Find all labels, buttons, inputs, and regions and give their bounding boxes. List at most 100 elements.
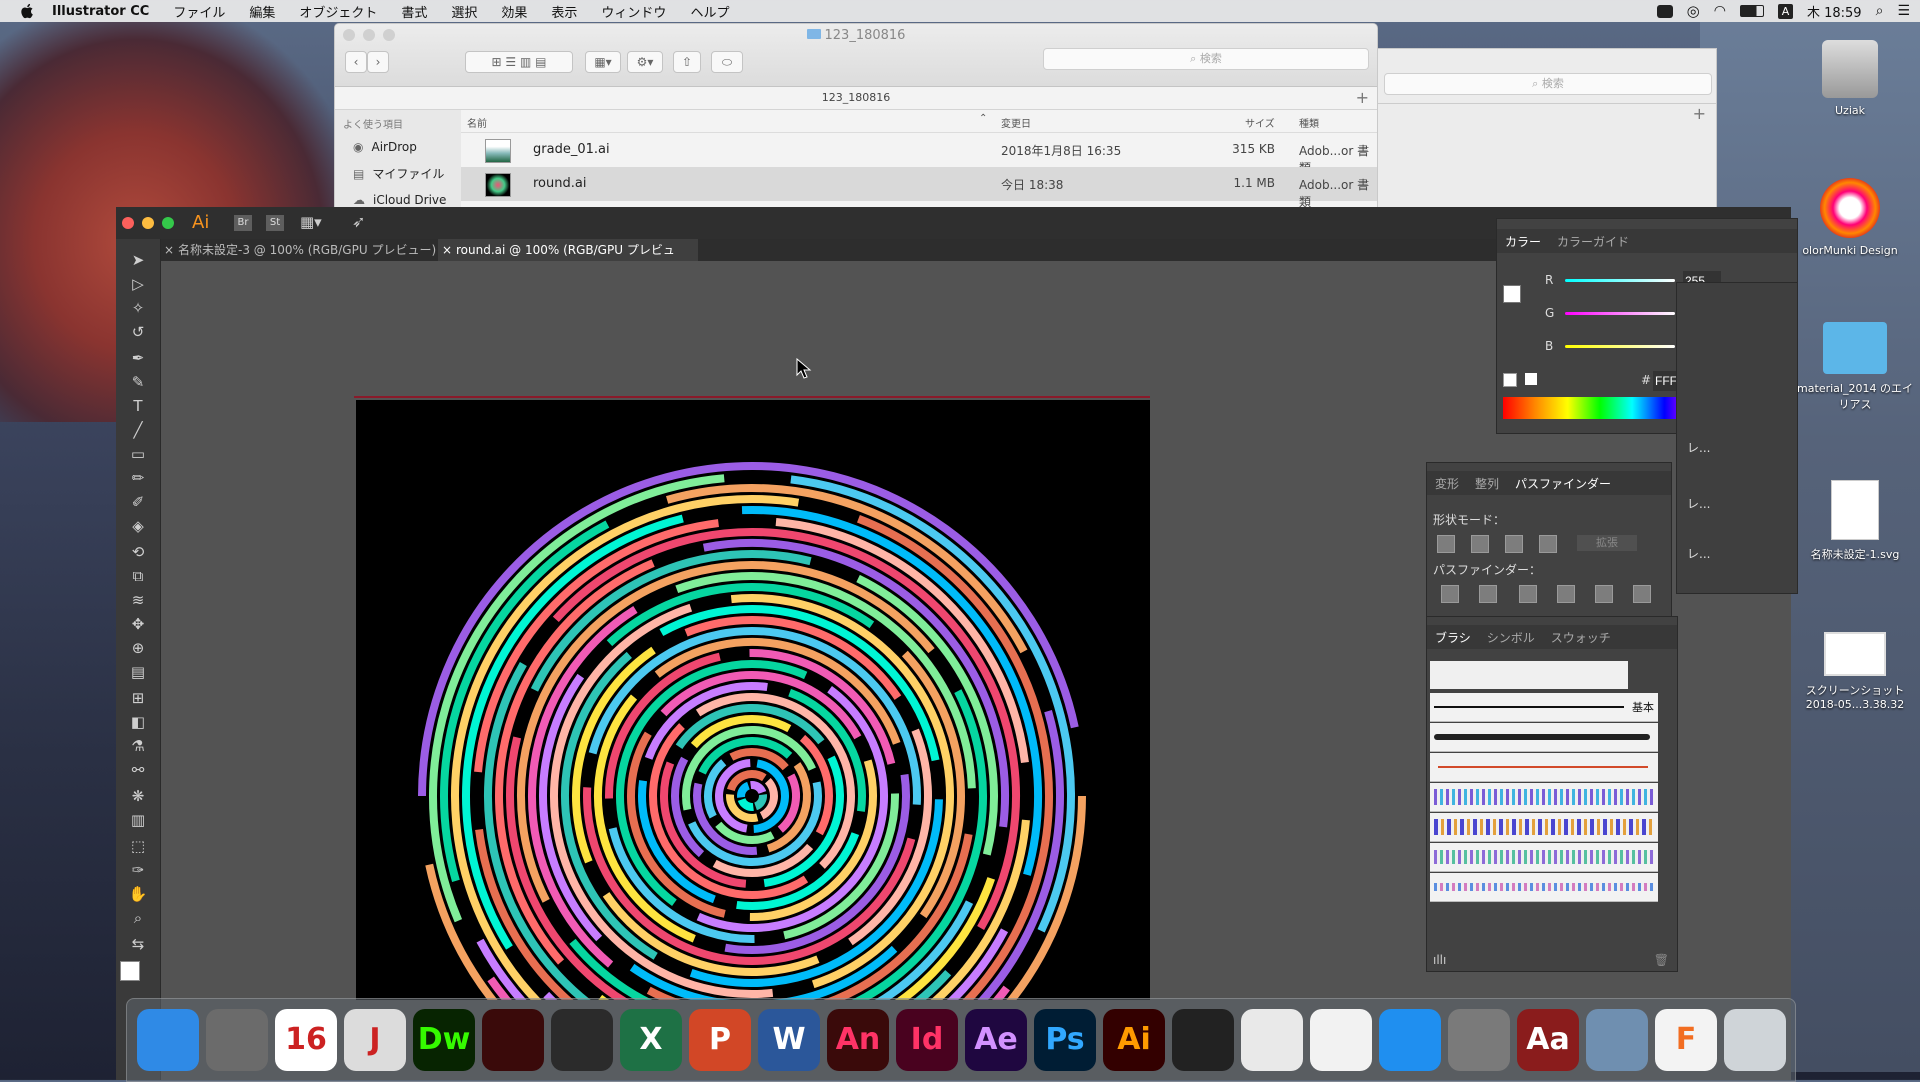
dock-preview-icon[interactable]	[1586, 1009, 1648, 1071]
column-size[interactable]: サイズ	[1245, 115, 1275, 130]
dock-illustrator-icon[interactable]: Ai	[1103, 1009, 1165, 1071]
menu-edit[interactable]: 編集	[249, 2, 275, 21]
delete-brush-icon[interactable]: 🗑	[1654, 953, 1669, 967]
dock-excel-icon[interactable]: X	[620, 1009, 682, 1071]
desktop-icon-material-alias[interactable]: material_2014 のエイリアス	[1795, 322, 1915, 412]
secondary-search-field[interactable]: ⌕ 検索	[1384, 73, 1712, 95]
brush-pattern-3[interactable]	[1430, 843, 1658, 872]
rotate-tool-icon[interactable]: ⟲	[123, 541, 153, 563]
arrange-button[interactable]: ▦▾	[585, 51, 621, 73]
dock-script-editor-icon[interactable]: J	[344, 1009, 406, 1071]
magic-wand-tool-icon[interactable]: ✧	[123, 297, 153, 319]
column-name[interactable]: 名前	[467, 115, 487, 130]
menu-view[interactable]: 表示	[551, 2, 577, 21]
dock-system-preferences-icon[interactable]	[1448, 1009, 1510, 1071]
menu-select[interactable]: 選択	[451, 2, 477, 21]
desktop-icon-colormunki[interactable]: olorMunki Design	[1790, 178, 1910, 257]
dock-after-effects-icon[interactable]: Ae	[965, 1009, 1027, 1071]
scale-tool-icon[interactable]: ⧉	[123, 565, 153, 587]
trim-button[interactable]	[1479, 585, 1497, 603]
wifi-icon[interactable]: ◠	[1714, 3, 1726, 19]
curvature-tool-icon[interactable]: ✎	[123, 371, 153, 393]
status-app-icon[interactable]	[1656, 4, 1673, 18]
dock-powerpoint-icon[interactable]: P	[689, 1009, 751, 1071]
dock-trash-icon[interactable]	[1724, 1009, 1786, 1071]
dock-app-store-icon[interactable]	[1379, 1009, 1441, 1071]
dock-fusion-360-icon[interactable]: F	[1655, 1009, 1717, 1071]
view-mode-control[interactable]: ⊞ ☰ ▥ ▤	[465, 51, 573, 73]
puppet-warp-tool-icon[interactable]: ✥	[123, 613, 153, 635]
column-modified[interactable]: 変更日	[1001, 115, 1031, 130]
expand-button[interactable]: 拡張	[1577, 535, 1637, 551]
intersect-button[interactable]	[1505, 535, 1523, 553]
brush-charcoal[interactable]	[1430, 723, 1658, 752]
dock-acrobat-icon[interactable]	[482, 1009, 544, 1071]
none-swatch-icon[interactable]	[1503, 373, 1517, 387]
sidebar-item-my-files[interactable]: ▤ マイファイル	[335, 160, 461, 188]
spotlight-icon[interactable]: ⌕	[1876, 3, 1884, 19]
layer-row[interactable]: レ...	[1677, 539, 1797, 591]
minus-back-button[interactable]	[1633, 585, 1651, 603]
dock-indesign-icon[interactable]: Id	[896, 1009, 958, 1071]
menu-file[interactable]: ファイル	[173, 2, 225, 21]
tab-color-guide[interactable]: カラーガイド	[1557, 233, 1629, 250]
brush-pattern-4[interactable]	[1430, 873, 1658, 902]
document-tab[interactable]: × 名称未設定-3 @ 100% (RGB/GPU プレビュー)	[160, 239, 448, 261]
tags-button[interactable]: ⬭	[711, 51, 743, 73]
artboard[interactable]	[356, 400, 1150, 1000]
zoom-tool-icon[interactable]: ⌕	[123, 907, 153, 929]
close-tab-icon[interactable]: ×	[164, 239, 174, 261]
creative-cloud-icon[interactable]: ◎	[1687, 2, 1700, 20]
desktop-icon-screenshot[interactable]: スクリーンショット 2018-05...3.38.32	[1795, 632, 1915, 711]
share-button[interactable]: ⇧	[673, 51, 701, 73]
dock-animate-icon[interactable]: An	[827, 1009, 889, 1071]
workspace-layout-icon[interactable]: ▦▾	[300, 213, 322, 231]
lasso-tool-icon[interactable]: ↺	[123, 321, 153, 343]
slice-tool-icon[interactable]: ✑	[123, 859, 153, 881]
fill-stroke-proxy[interactable]	[1503, 285, 1521, 303]
perspective-grid-tool-icon[interactable]: ▤	[123, 661, 153, 683]
column-kind[interactable]: 種類	[1299, 115, 1319, 130]
dock-photos-icon[interactable]	[1310, 1009, 1372, 1071]
close-button[interactable]	[122, 217, 134, 229]
action-gear-button[interactable]: ⚙▾	[627, 51, 663, 73]
shape-builder-tool-icon[interactable]: ⊕	[123, 637, 153, 659]
file-row[interactable]: grade_01.ai 2018年1月8日 16:35 315 KB Adob.…	[461, 133, 1377, 175]
width-tool-icon[interactable]: ≋	[123, 589, 153, 611]
layer-row[interactable]: レ...	[1677, 433, 1797, 489]
battery-icon[interactable]	[1739, 5, 1764, 17]
symbol-sprayer-tool-icon[interactable]: ❋	[123, 785, 153, 807]
brush-dot-row[interactable]	[1430, 661, 1628, 689]
brush-arrow[interactable]	[1430, 753, 1658, 782]
paintbrush-tool-icon[interactable]: ✏	[123, 467, 153, 489]
menu-help[interactable]: ヘルプ	[690, 2, 729, 21]
dock-word-icon[interactable]: W	[758, 1009, 820, 1071]
exclude-button[interactable]	[1539, 535, 1557, 553]
eyedropper-tool-icon[interactable]: ⚗	[123, 735, 153, 757]
tab-brushes[interactable]: ブラシ	[1435, 629, 1471, 646]
crop-button[interactable]	[1557, 585, 1575, 603]
minimize-button[interactable]	[142, 217, 154, 229]
dock-nuke-icon[interactable]	[1172, 1009, 1234, 1071]
type-tool-icon[interactable]: T	[123, 395, 153, 417]
menu-type[interactable]: 書式	[401, 2, 427, 21]
fill-swatch[interactable]	[120, 961, 140, 981]
tab-symbols[interactable]: シンボル	[1487, 629, 1535, 646]
selection-tool-icon[interactable]: ➤	[123, 249, 153, 271]
brush-pattern-2[interactable]	[1430, 813, 1658, 842]
hand-tool-icon[interactable]: ✋	[123, 883, 153, 905]
menu-object[interactable]: オブジェクト	[299, 2, 377, 21]
eraser-tool-icon[interactable]: ◈	[123, 515, 153, 537]
brush-pattern-1[interactable]	[1430, 783, 1658, 812]
file-row-selected[interactable]: round.ai 今日 18:38 1.1 MB Adob...or 書類	[461, 167, 1377, 209]
swap-fill-stroke-icon[interactable]: ⇆	[123, 933, 153, 955]
tab-pathfinder[interactable]: パスファインダー	[1515, 475, 1611, 492]
tab-swatches[interactable]: スウォッチ	[1551, 629, 1611, 646]
menu-app-name[interactable]: Illustrator CC	[52, 4, 149, 19]
g-slider[interactable]	[1565, 312, 1675, 315]
desktop-icon-svg-file[interactable]: 名称未設定-1.svg	[1795, 480, 1915, 562]
dock-dreamweaver-icon[interactable]: Dw	[413, 1009, 475, 1071]
close-tab-icon[interactable]: ×	[442, 239, 452, 261]
dock-image-capture-icon[interactable]	[206, 1009, 268, 1071]
line-tool-icon[interactable]: ╱	[123, 419, 153, 441]
